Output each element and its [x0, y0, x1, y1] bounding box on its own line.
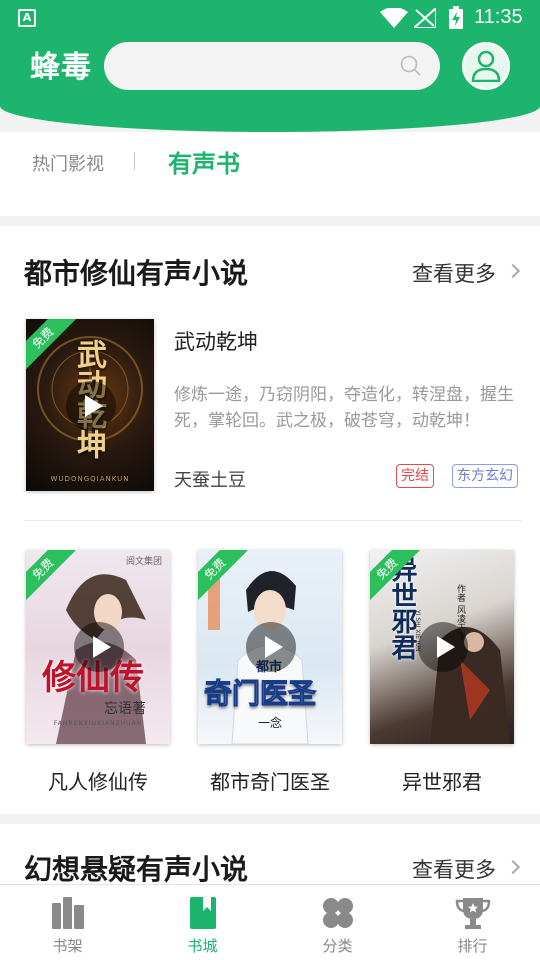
nav-bookshelf[interactable]: 书架	[0, 885, 135, 960]
play-icon[interactable]	[246, 622, 296, 672]
tab-separator	[134, 152, 135, 170]
play-icon[interactable]	[74, 622, 124, 672]
cover-author: 一念	[258, 716, 283, 730]
chevron-right-icon[interactable]	[505, 263, 521, 279]
cover-author: 忘语著	[104, 701, 146, 717]
nav-label: 分类	[322, 937, 353, 955]
nav-label: 书架	[52, 937, 83, 955]
nav-label: 排行	[457, 937, 488, 955]
featured-book-description: 修炼一途，乃窃阴阳，夺造化，转涅盘，握生死，掌轮回。武之极，破苍穹，动乾坤！	[174, 385, 514, 431]
category-icon	[323, 898, 353, 928]
section-title: 都市修仙有声小说	[24, 257, 249, 290]
status-time: 11:35	[474, 6, 523, 28]
search-icon[interactable]	[400, 55, 422, 77]
see-more-link[interactable]: 查看更多	[412, 854, 496, 884]
cover-subtitle: FANRENXIUXIANZHUAN	[53, 720, 143, 727]
chevron-right-icon[interactable]	[505, 859, 521, 875]
book-cover-1[interactable]: 阅文集团 修仙传 忘语著 FANRENXIUXIANZHUAN 免费	[26, 550, 170, 744]
nav-ranking[interactable]: 排行	[405, 885, 540, 960]
section-urban-cultivation: 都市修仙有声小说 查看更多 武动乾坤 WUDONGQIANKUN 免费 武动乾坤…	[0, 226, 540, 814]
book-cover-2[interactable]: 都市 奇门医圣 一念 免费	[198, 550, 342, 744]
section-title: 幻想悬疑有声小说	[24, 853, 249, 884]
avatar[interactable]	[462, 42, 510, 90]
bottom-navigation: 书架 书城 分类 排行	[0, 884, 540, 960]
bookshelf-icon	[52, 897, 84, 929]
category-tabs: 热门影视 有声书	[0, 132, 540, 216]
see-more-link[interactable]: 查看更多	[412, 258, 496, 288]
nav-book-city[interactable]: 书城	[135, 885, 270, 960]
featured-book-cover[interactable]: 武动乾坤 WUDONGQIANKUN 免费	[26, 319, 154, 491]
app-notification-icon: A	[18, 9, 36, 27]
battery-charging-icon	[449, 6, 463, 29]
genre-badge: 东方玄幻	[452, 464, 518, 488]
cover-publisher: 阅文集团	[125, 557, 162, 567]
search-input[interactable]	[104, 42, 440, 90]
book-title-1[interactable]: 凡人修仙传	[26, 766, 170, 795]
nav-category[interactable]: 分类	[270, 885, 405, 960]
wifi-icon	[380, 8, 408, 28]
tab-hot-videos[interactable]: 热门影视	[32, 150, 104, 176]
status-bar: A 11:35	[0, 0, 540, 36]
nav-label: 书城	[187, 937, 218, 955]
cover-subtitle: WUDONGQIANKUN	[50, 475, 130, 483]
signal-icon	[414, 8, 436, 28]
divider	[24, 520, 522, 521]
status-badge: 完结	[396, 464, 434, 488]
book-title-3[interactable]: 异世邪君	[370, 766, 514, 795]
app-header: 蜂毒	[0, 36, 540, 132]
play-icon[interactable]	[418, 622, 468, 672]
featured-book-title[interactable]: 武动乾坤	[174, 326, 258, 356]
book-title-2[interactable]: 都市奇门医圣	[198, 766, 342, 795]
play-icon[interactable]	[66, 381, 116, 431]
user-icon	[471, 50, 501, 82]
tab-audiobooks[interactable]: 有声书	[168, 144, 240, 179]
featured-book-author: 天蚕土豆	[174, 470, 246, 491]
book-city-icon	[190, 897, 216, 929]
cover-title-text: 奇门医圣	[203, 677, 317, 711]
book-cover-3[interactable]: 异世邪君 作者 风凌天下 YI SHI XIE JUN 免费	[370, 550, 514, 744]
section-fantasy-mystery: 幻想悬疑有声小说 查看更多	[0, 824, 540, 884]
trophy-icon	[455, 898, 491, 929]
app-logo: 蜂毒	[30, 50, 92, 85]
